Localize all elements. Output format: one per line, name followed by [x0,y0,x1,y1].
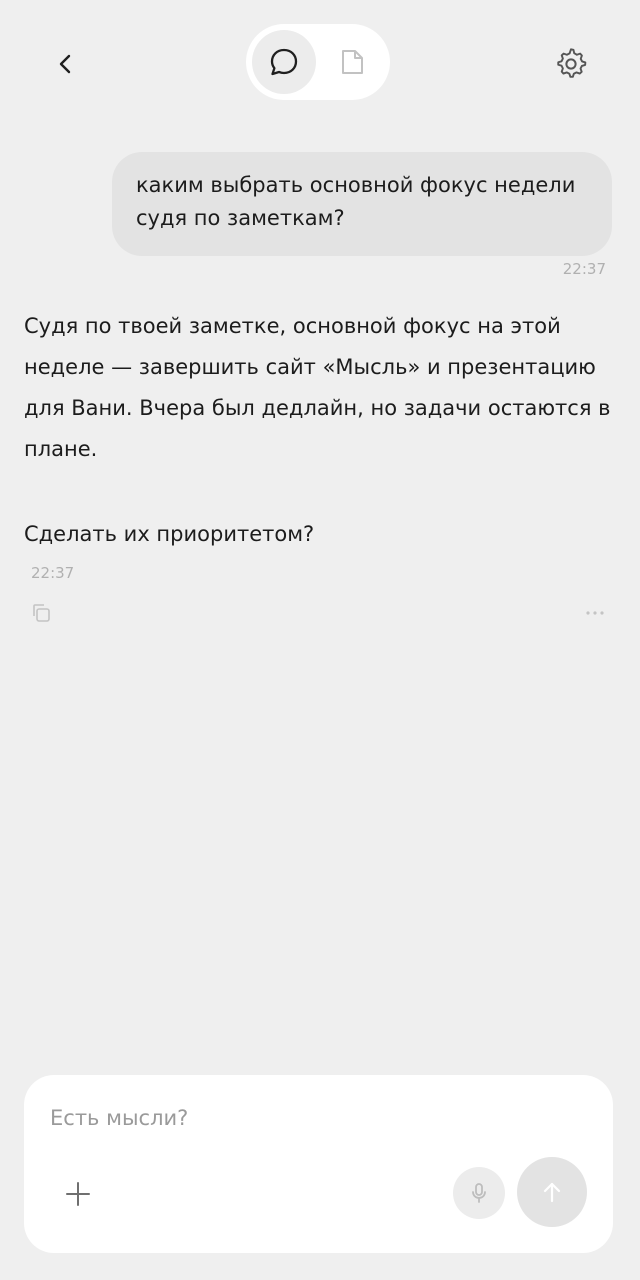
voice-input-button[interactable] [453,1167,505,1219]
arrow-up-icon [543,1182,561,1203]
plus-icon [66,1182,90,1206]
chevron-left-icon [59,54,71,74]
settings-button[interactable] [545,38,597,90]
user-message-bubble: каким выбрать основной фокус недели судя… [112,152,612,256]
mode-toggle [246,24,390,100]
copy-button[interactable] [26,598,56,628]
copy-icon [33,604,50,622]
more-options-button[interactable] [580,598,610,628]
add-attachment-button[interactable] [58,1174,98,1214]
microphone-icon [472,1183,486,1203]
more-icon [586,611,604,615]
message-input[interactable] [50,1101,570,1135]
gear-icon [557,48,587,78]
notes-mode-button[interactable] [320,30,384,94]
chat-mode-button[interactable] [252,30,316,94]
chat-bubble-icon [270,48,298,76]
assistant-message-text: Судя по твоей заметке, основной фокус на… [24,314,611,461]
send-button[interactable] [517,1157,587,1227]
message-composer [24,1075,613,1253]
assistant-message-question: Сделать их приоритетом? [24,522,315,546]
user-message-time: 22:37 [562,260,606,278]
assistant-message-time: 22:37 [31,564,75,582]
note-icon [342,50,363,74]
user-message-text: каким выбрать основной фокус недели судя… [136,173,576,230]
chat-screen: каким выбрать основной фокус недели судя… [0,0,640,1280]
back-button[interactable] [40,38,92,90]
